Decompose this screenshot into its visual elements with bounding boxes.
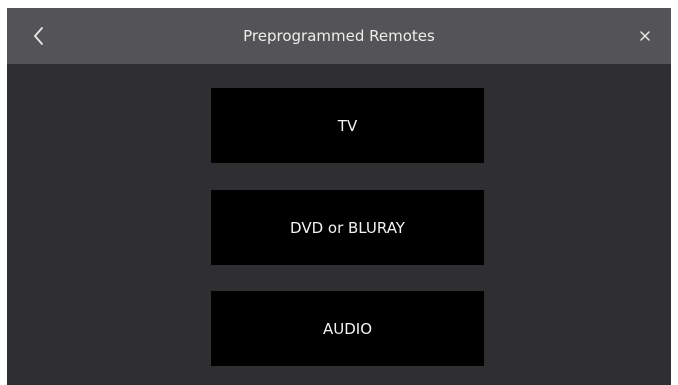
page-title: Preprogrammed Remotes [243, 27, 435, 45]
close-button[interactable] [627, 20, 663, 52]
audio-remote-button[interactable]: AUDIO [211, 291, 484, 366]
back-button[interactable] [21, 20, 57, 52]
remotes-dialog: Preprogrammed Remotes TV DVD or BLURAY A… [7, 8, 671, 385]
tv-remote-button[interactable]: TV [211, 88, 484, 163]
header-bar: Preprogrammed Remotes [7, 8, 671, 64]
close-icon [640, 31, 650, 41]
dvd-bluray-remote-label: DVD or BLURAY [290, 218, 405, 237]
dvd-bluray-remote-button[interactable]: DVD or BLURAY [211, 190, 484, 265]
tv-remote-label: TV [337, 116, 358, 135]
audio-remote-label: AUDIO [322, 319, 373, 338]
chevron-left-icon [34, 27, 43, 45]
